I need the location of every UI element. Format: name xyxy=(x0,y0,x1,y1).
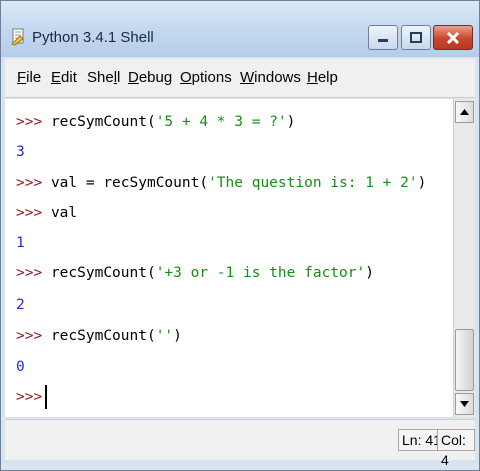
python-idle-icon xyxy=(11,28,24,46)
menu-help[interactable]: Help xyxy=(307,69,338,86)
shell-input-line: >>> recSymCount('') xyxy=(16,328,182,344)
prompt: >>> xyxy=(16,175,43,191)
menu-options[interactable]: Options xyxy=(180,69,232,86)
menu-windows[interactable]: Windows xyxy=(240,69,301,86)
menu-debug[interactable]: Debug xyxy=(128,69,172,86)
status-bar: Ln: 41 Col: 4 xyxy=(5,419,475,468)
maximize-icon xyxy=(410,32,422,43)
shell-active-prompt-line[interactable]: >>> xyxy=(16,385,48,409)
minimize-button[interactable] xyxy=(368,25,398,50)
prompt: >>> xyxy=(16,205,43,221)
shell-input-line: >>> val = recSymCount('The question is: … xyxy=(16,175,427,191)
scrollbar-thumb[interactable] xyxy=(455,329,474,391)
prompt: >>> xyxy=(16,389,43,405)
close-button[interactable] xyxy=(433,25,473,50)
scroll-up-button[interactable] xyxy=(455,101,474,123)
prompt: >>> xyxy=(16,265,43,281)
maximize-button[interactable] xyxy=(401,25,431,50)
vertical-scrollbar[interactable] xyxy=(453,99,475,417)
menu-file[interactable]: File xyxy=(17,69,41,86)
menu-bar: File Edit Shell Debug Options Windows He… xyxy=(5,59,475,98)
column-number: Col: 4 xyxy=(437,429,475,468)
shell-input-line: >>> recSymCount('5 + 4 * 3 = ?') xyxy=(16,114,296,130)
shell-output-line: 1 xyxy=(16,235,25,251)
arrow-up-icon xyxy=(460,109,469,115)
shell-text-area[interactable]: >>> recSymCount('5 + 4 * 3 = ?') 3 >>> v… xyxy=(5,99,453,417)
menu-shell[interactable]: Shell xyxy=(87,69,120,86)
shell-output-line: 3 xyxy=(16,144,25,160)
shell-input-line: >>> recSymCount('+3 or -1 is the factor'… xyxy=(16,265,374,281)
menu-edit[interactable]: Edit xyxy=(51,69,77,86)
minimize-icon xyxy=(378,38,388,42)
arrow-down-icon xyxy=(460,401,469,407)
prompt: >>> xyxy=(16,328,43,344)
shell-output-line: 2 xyxy=(16,297,25,313)
title-bar[interactable]: Python 3.4.1 Shell xyxy=(1,1,479,57)
idle-shell-window: Python 3.4.1 Shell File Edit Shell Debug… xyxy=(0,0,480,471)
scroll-down-button[interactable] xyxy=(455,393,474,415)
text-cursor xyxy=(45,385,48,409)
shell-input-line: >>> val xyxy=(16,205,78,221)
window-title: Python 3.4.1 Shell xyxy=(32,29,154,46)
shell-output-line: 0 xyxy=(16,359,25,375)
prompt: >>> xyxy=(16,114,43,130)
close-icon xyxy=(446,31,460,44)
